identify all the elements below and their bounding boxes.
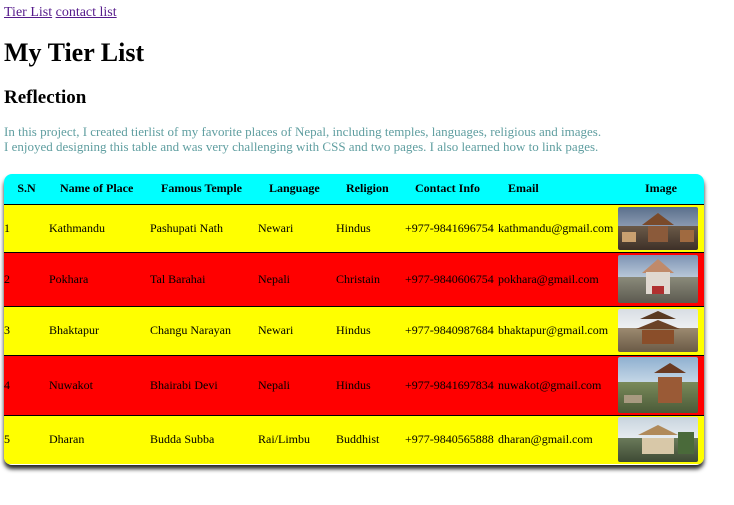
top-nav: Tier List contact list — [4, 5, 117, 21]
cell-temple: Bhairabi Devi — [150, 377, 218, 392]
cell-language: Nepali — [258, 271, 290, 286]
cell-image — [618, 252, 704, 306]
cell-contact: +977-9840987684 — [405, 323, 494, 337]
cell-image — [618, 415, 704, 464]
cell-sn: 4 — [4, 377, 10, 392]
header-temple: Famous Temple — [161, 181, 243, 196]
reflection-line-1: In this project, I created tierlist of m… — [4, 124, 602, 139]
cell-language: Newari — [258, 323, 294, 337]
cell-email: nuwakot@gmail.com — [498, 377, 602, 392]
table-row: 1 Kathmandu Pashupati Nath Newari Hindus… — [4, 204, 704, 252]
cell-sn: 2 — [4, 271, 10, 286]
table-row: 4 Nuwakot Bhairabi Devi Nepali Hindus +9… — [4, 355, 704, 415]
cell-email: kathmandu@gmail.com — [498, 220, 614, 235]
cell-religion: Hindus — [336, 323, 371, 337]
nav-link-tier-list[interactable]: Tier List — [4, 5, 52, 20]
table-header-row: S.N Name of Place Famous Temple Language… — [4, 174, 704, 204]
header-sn: S.N — [17, 181, 36, 196]
pokhara-temple-image — [618, 255, 698, 303]
page-title: My Tier List — [4, 38, 145, 67]
cell-sn: 5 — [4, 432, 10, 447]
header-image: Image — [645, 181, 677, 196]
cell-image — [618, 355, 704, 415]
section-heading-reflection: Reflection — [4, 87, 87, 108]
cell-sn: 1 — [4, 220, 10, 235]
cell-email: pokhara@gmail.com — [498, 271, 599, 286]
table-row: 3 Bhaktapur Changu Narayan Newari Hindus… — [4, 306, 704, 355]
cell-temple: Pashupati Nath — [150, 220, 223, 235]
table-row: 2 Pokhara Tal Barahai Nepali Christain +… — [4, 252, 704, 306]
table-row: 5 Dharan Budda Subba Rai/Limbu Buddhist … — [4, 415, 704, 464]
header-place: Name of Place — [60, 181, 134, 196]
cell-language: Nepali — [258, 377, 290, 392]
cell-place: Nuwakot — [49, 377, 93, 392]
cell-religion: Buddhist — [336, 432, 380, 447]
cell-temple: Changu Narayan — [150, 323, 231, 337]
cell-contact: +977-9840606754 — [405, 271, 494, 286]
nav-link-contact-list[interactable]: contact list — [56, 5, 117, 20]
cell-sn: 3 — [4, 323, 10, 337]
header-contact: Contact Info — [415, 181, 480, 196]
kathmandu-temple-image — [618, 206, 698, 250]
cell-temple: Tal Barahai — [150, 271, 206, 286]
cell-religion: Hindus — [336, 377, 371, 392]
cell-place: Pokhara — [49, 271, 89, 286]
tier-table: S.N Name of Place Famous Temple Language… — [4, 174, 704, 464]
cell-religion: Hindus — [336, 220, 371, 235]
cell-contact: +977-9841696754 — [405, 220, 494, 235]
header-language: Language — [269, 181, 320, 196]
reflection-text: In this project, I created tierlist of m… — [4, 124, 601, 154]
cell-image — [618, 306, 704, 355]
cell-contact: +977-9840565888 — [405, 432, 494, 447]
cell-language: Newari — [258, 220, 294, 235]
bhaktapur-temple-image — [618, 309, 698, 352]
cell-email: dharan@gmail.com — [498, 432, 593, 447]
dharan-temple-image — [618, 417, 698, 463]
cell-place: Bhaktapur — [49, 323, 99, 337]
tier-table-container: S.N Name of Place Famous Temple Language… — [4, 174, 704, 465]
cell-contact: +977-9841697834 — [405, 377, 494, 392]
nuwakot-temple-image — [618, 357, 698, 413]
cell-place: Dharan — [49, 432, 85, 447]
cell-place: Kathmandu — [49, 220, 105, 235]
cell-temple: Budda Subba — [150, 432, 215, 447]
header-religion: Religion — [346, 181, 389, 196]
cell-language: Rai/Limbu — [258, 432, 310, 447]
header-email: Email — [508, 181, 539, 196]
reflection-line-2: I enjoyed designing this table and was v… — [4, 139, 599, 154]
cell-religion: Christain — [336, 271, 380, 286]
cell-email: bhaktapur@gmail.com — [498, 323, 609, 337]
cell-image — [618, 204, 704, 252]
